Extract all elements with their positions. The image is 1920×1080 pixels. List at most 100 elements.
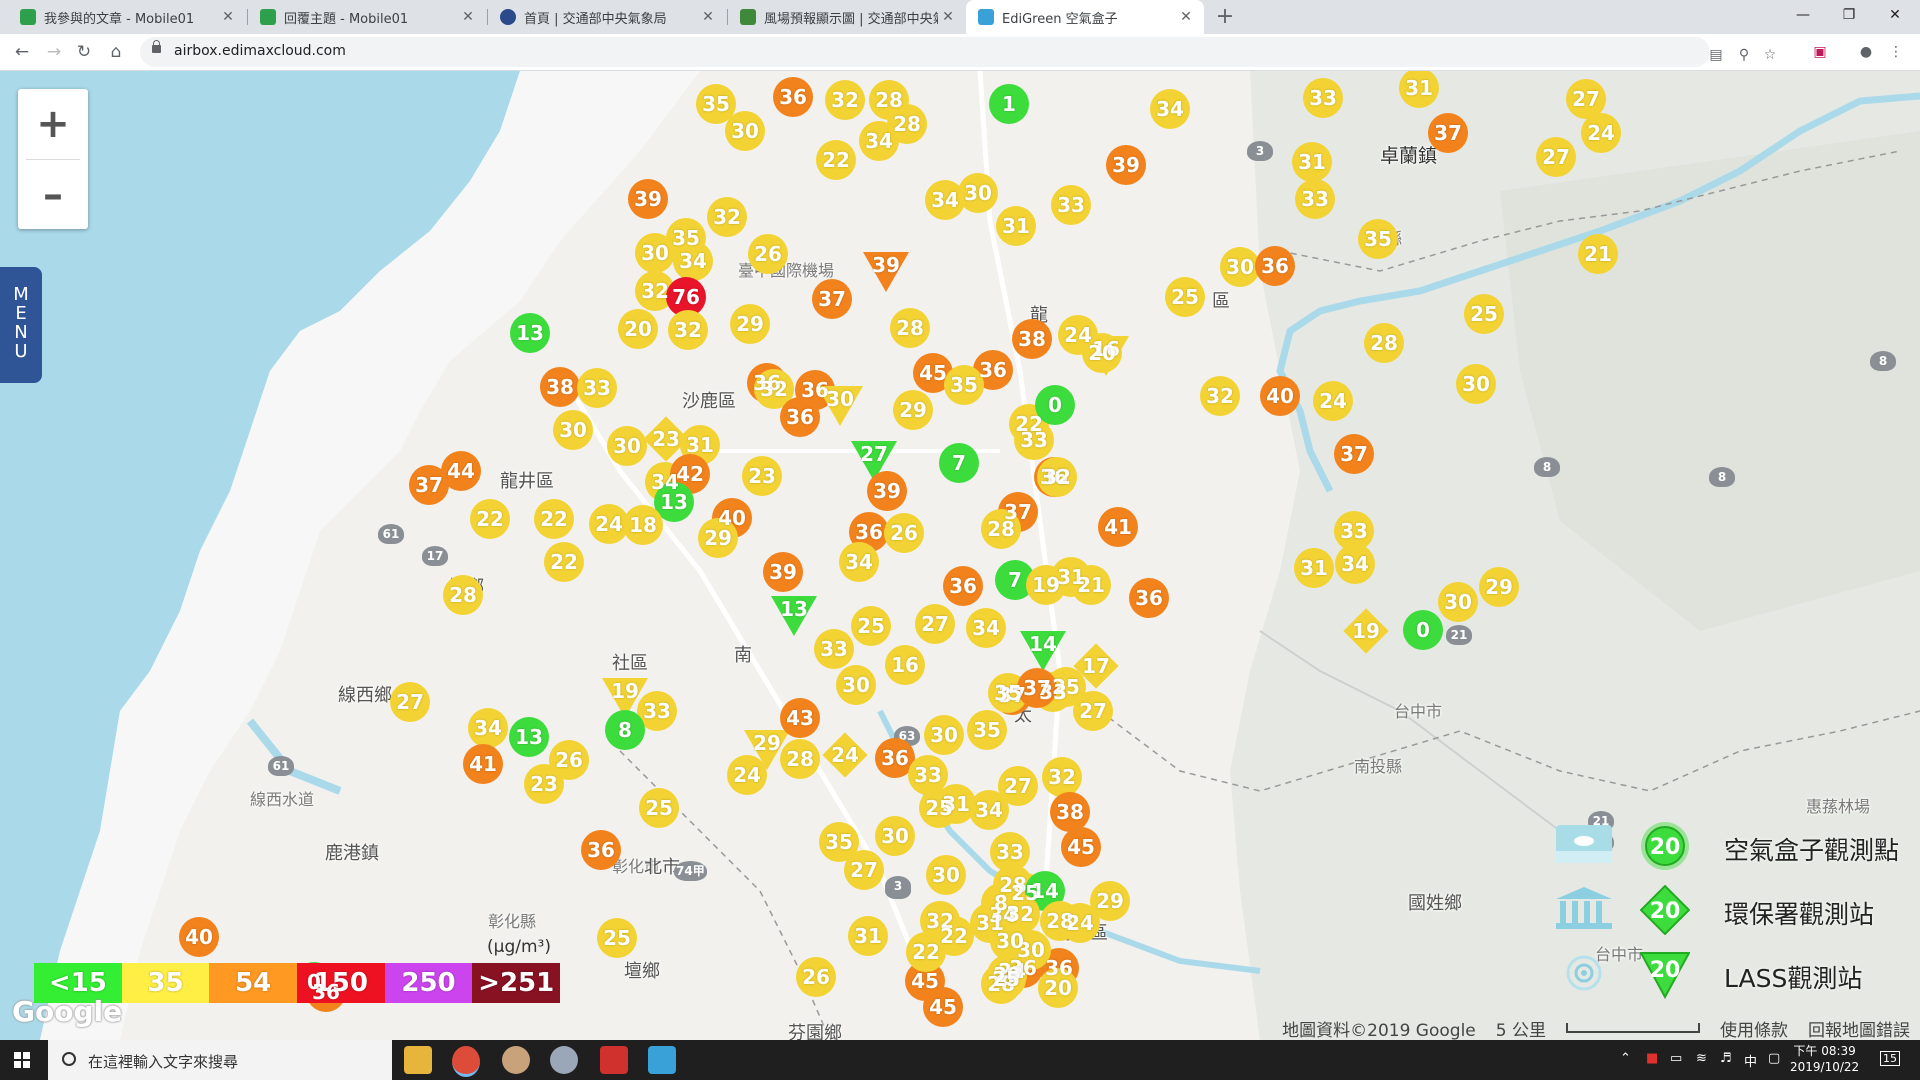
air-quality-map[interactable]: 卓蘭鎮臺中國際機場沙鹿區龍井區線西鄉鹿港鎮彰化縣台中市台中市南投縣國姓鄉霧峰區芬… <box>0 71 1920 1040</box>
app-icon-4[interactable] <box>648 1046 676 1074</box>
chrome-icon[interactable] <box>452 1046 480 1077</box>
taskbar-search-box[interactable]: 在這裡輸入文字來搜尋 <box>48 1040 392 1080</box>
restore-button[interactable]: ❐ <box>1826 0 1872 30</box>
airbox-marker[interactable]: 29 <box>1475 563 1523 611</box>
airbox-marker[interactable]: 35 <box>940 361 988 409</box>
airbox-marker[interactable]: 37 <box>405 461 453 509</box>
airbox-marker[interactable]: 25 <box>847 602 895 650</box>
airbox-marker[interactable]: 28 <box>439 571 487 619</box>
airbox-marker[interactable]: 36 <box>1251 242 1299 290</box>
airbox-marker[interactable]: 31 <box>1290 544 1338 592</box>
airbox-marker[interactable]: 20 <box>614 305 662 353</box>
airbox-marker[interactable]: 32 <box>1196 372 1244 420</box>
airbox-marker[interactable]: 24 <box>723 751 771 799</box>
airbox-marker[interactable]: 30 <box>1452 360 1500 408</box>
airbox-marker[interactable]: 36 <box>577 826 625 874</box>
tab-close-icon[interactable]: ✕ <box>458 9 478 25</box>
url-text[interactable]: airbox.edimaxcloud.com <box>174 43 346 59</box>
airbox-marker[interactable]: 27 <box>911 600 959 648</box>
airbox-marker[interactable]: 24 <box>1577 109 1625 157</box>
tab-close-icon[interactable]: ✕ <box>218 9 238 25</box>
extension-icon[interactable]: ▣ <box>1810 42 1830 62</box>
wifi-icon[interactable]: ≋ <box>1696 1051 1707 1066</box>
airbox-marker[interactable]: 32 <box>703 193 751 241</box>
airbox-marker[interactable]: 22 <box>466 495 514 543</box>
airbox-marker[interactable]: 39 <box>1102 141 1150 189</box>
airbox-marker[interactable]: 30 <box>871 812 919 860</box>
security-tray-icon[interactable]: ■ <box>1646 1051 1658 1066</box>
menu-button[interactable]: MENU <box>0 267 42 383</box>
airbox-marker[interactable]: 23 <box>738 452 786 500</box>
airbox-marker[interactable]: 34 <box>962 604 1010 652</box>
airbox-marker[interactable]: 16 <box>881 641 929 689</box>
airbox-marker[interactable]: 25 <box>635 784 683 832</box>
airbox-marker[interactable]: 33 <box>573 364 621 412</box>
lass-station-marker[interactable]: 39 <box>863 252 909 292</box>
app-icon-2[interactable] <box>550 1046 578 1074</box>
system-clock[interactable]: 下午 08:39 2019/10/22 <box>1790 1043 1859 1075</box>
airbox-marker[interactable]: 34 <box>1331 540 1379 588</box>
airbox-marker[interactable]: 32 <box>1033 453 1081 501</box>
airbox-marker[interactable]: 40 <box>1256 372 1304 420</box>
airbox-marker[interactable]: 30 <box>954 169 1002 217</box>
battery-icon[interactable]: ▭ <box>1670 1051 1682 1066</box>
report-error-link[interactable]: 回報地圖錯誤 <box>1808 1016 1910 1041</box>
tab-cwb-home[interactable]: 首頁 | 交通部中央氣象局 ✕ <box>488 0 726 34</box>
zoom-icon[interactable]: ⚲ <box>1734 45 1754 65</box>
airbox-marker[interactable]: 22 <box>812 136 860 184</box>
tab-close-icon[interactable]: ✕ <box>938 9 958 25</box>
airbox-marker[interactable]: 34 <box>464 704 512 752</box>
airbox-marker[interactable]: 33 <box>1299 74 1347 122</box>
airbox-marker[interactable]: 0 <box>1399 606 1447 654</box>
airbox-marker[interactable]: 31 <box>992 202 1040 250</box>
home-icon[interactable]: ⌂ <box>104 40 128 64</box>
volume-icon[interactable]: ♬ <box>1720 1051 1732 1066</box>
back-icon[interactable]: ← <box>10 40 34 64</box>
airbox-marker[interactable]: 30 <box>1216 243 1264 291</box>
app-icon-3[interactable] <box>600 1046 628 1074</box>
windows-start-icon[interactable] <box>14 1052 30 1068</box>
lass-station-marker[interactable]: 13 <box>771 596 817 636</box>
airbox-marker[interactable]: 35 <box>1354 215 1402 263</box>
airbox-marker[interactable]: 25 <box>593 914 641 962</box>
airbox-marker[interactable]: 13 <box>505 713 553 761</box>
airbox-marker[interactable]: 36 <box>769 73 817 121</box>
airbox-marker[interactable]: 45 <box>1057 823 1105 871</box>
airbox-marker[interactable]: 31 <box>1288 138 1336 186</box>
airbox-marker[interactable]: 36 <box>776 393 824 441</box>
airbox-marker[interactable]: 30 <box>549 406 597 454</box>
airbox-marker[interactable]: 41 <box>459 740 507 788</box>
close-window-button[interactable]: ✕ <box>1872 0 1918 30</box>
epa-station-marker[interactable]: 19 <box>1343 608 1389 654</box>
airbox-marker[interactable]: 34 <box>965 786 1013 834</box>
airbox-marker[interactable]: 30 <box>721 107 769 155</box>
airbox-marker[interactable]: 38 <box>1008 315 1056 363</box>
airbox-marker[interactable]: 30 <box>832 661 880 709</box>
airbox-marker[interactable]: 26 <box>880 509 928 557</box>
airbox-marker[interactable]: 26 <box>792 953 840 1001</box>
airbox-marker[interactable]: 30 <box>922 851 970 899</box>
reload-icon[interactable]: ↻ <box>72 40 96 64</box>
airbox-marker[interactable]: 27 <box>840 846 888 894</box>
epa-station-marker[interactable]: 24 <box>822 732 868 778</box>
airbox-marker[interactable]: 39 <box>863 467 911 515</box>
airbox-marker[interactable]: 13 <box>506 309 554 357</box>
forward-icon[interactable]: → <box>42 40 66 64</box>
airbox-marker[interactable]: 25 <box>1460 290 1508 338</box>
airbox-marker[interactable]: 27 <box>1532 133 1580 181</box>
airbox-marker[interactable]: 36 <box>1125 574 1173 622</box>
airbox-marker[interactable]: 24 <box>1309 377 1357 425</box>
airbox-marker[interactable]: 27 <box>386 678 434 726</box>
tray-chevron-icon[interactable]: ⌃ <box>1620 1051 1631 1066</box>
airbox-marker[interactable]: 30 <box>920 711 968 759</box>
airbox-marker[interactable]: 33 <box>810 625 858 673</box>
airbox-marker[interactable]: 39 <box>624 175 672 223</box>
minimize-button[interactable]: — <box>1780 0 1826 30</box>
airbox-marker[interactable]: 32 <box>821 76 869 124</box>
airbox-marker[interactable]: 38 <box>1046 788 1094 836</box>
airbox-marker[interactable]: 40 <box>175 913 223 961</box>
airbox-marker[interactable]: 18 <box>619 501 667 549</box>
airbox-marker[interactable]: 22 <box>530 495 578 543</box>
airbox-marker[interactable]: 21 <box>1574 230 1622 278</box>
ime-indicator[interactable]: 中 <box>1744 1051 1757 1070</box>
